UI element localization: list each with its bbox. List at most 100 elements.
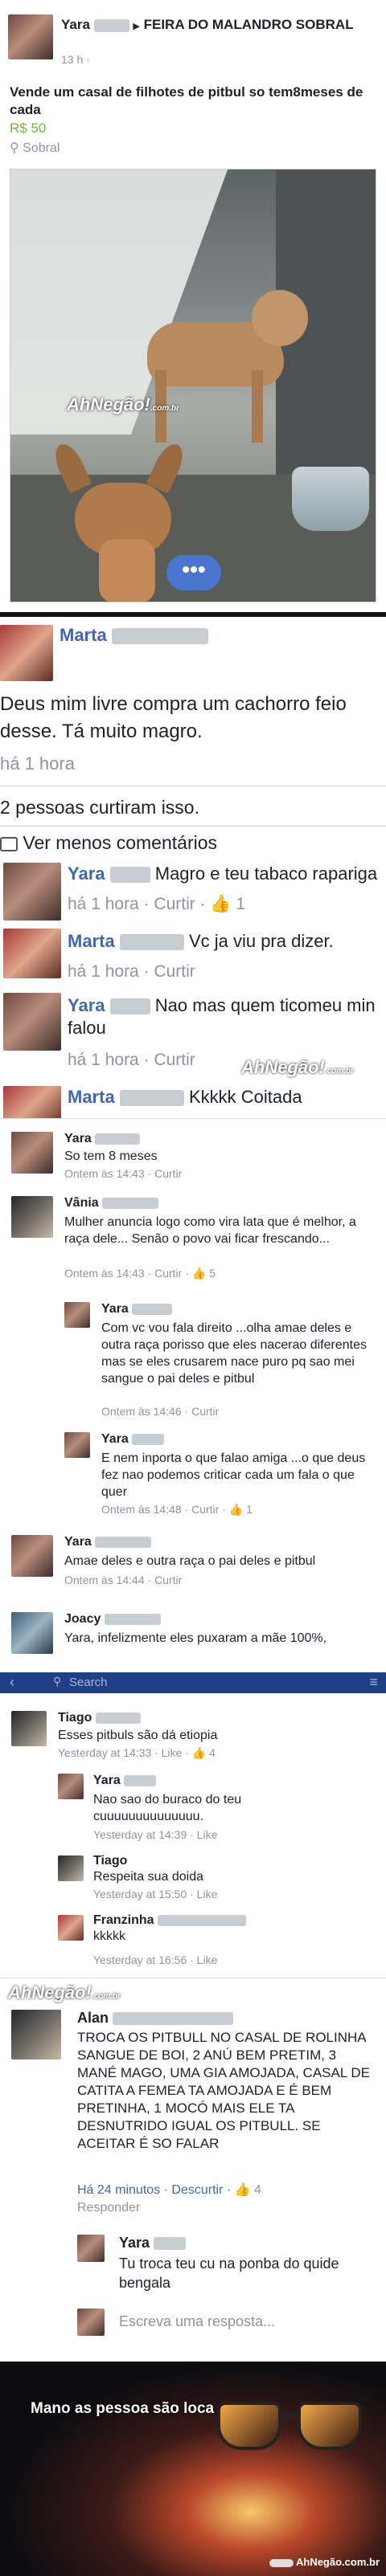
post-author-avatar[interactable]: [8, 14, 53, 59]
reply-author[interactable]: Marta: [68, 1087, 115, 1107]
reply-avatar[interactable]: [64, 1302, 90, 1328]
like-link[interactable]: Curtir: [154, 1574, 182, 1586]
comment-time[interactable]: há 1 hora: [0, 753, 75, 774]
reply-link[interactable]: Responder: [77, 2201, 140, 2215]
comment-text: Esses pitbuls são dá etiopia: [58, 1729, 218, 1742]
comment-author[interactable]: Alan: [77, 2010, 109, 2026]
comment-meta: Ontem às 14:44 · Curtir: [64, 1574, 183, 1586]
reply-avatar[interactable]: [3, 1086, 61, 1118]
comment-meta-text[interactable]: Yesterday at 14:33 · Like ·: [58, 1746, 189, 1759]
comment-author[interactable]: Marta: [60, 625, 107, 645]
reply-meta: Ontem às 14:46 · Curtir: [101, 1405, 220, 1418]
post-group-name[interactable]: FEIRA DO MALANDRO SOBRAL: [144, 17, 354, 32]
post-author-name[interactable]: Yara: [61, 17, 90, 32]
reply-author[interactable]: Marta: [68, 931, 115, 951]
reply-avatar[interactable]: [77, 2235, 105, 2262]
comment-author[interactable]: Yara: [64, 1535, 92, 1549]
reply-author[interactable]: Yara: [68, 995, 105, 1015]
reply-text: Nao sao do buraco do teu cuuuuuuuuuuuuuu…: [93, 1793, 242, 1823]
reply-text: Vc ja viu pra dizer.: [188, 931, 334, 951]
reply-author[interactable]: Yara: [119, 2235, 150, 2251]
comment-author[interactable]: Yara: [64, 1132, 92, 1145]
like-link[interactable]: Curtir: [191, 1503, 219, 1516]
post-time[interactable]: 13 h: [61, 53, 83, 66]
reply-meta-text[interactable]: há 1 hora · Curtir ·: [68, 895, 206, 913]
like-link[interactable]: Curtir: [154, 1167, 182, 1180]
comment-avatar[interactable]: [11, 1132, 53, 1174]
reply-author[interactable]: Yara: [68, 863, 105, 884]
reply-author[interactable]: Yara: [93, 1774, 121, 1787]
comment-time[interactable]: Ontem às 14:43: [64, 1267, 145, 1280]
ahnegao-watermark: AhNegão!.com.br: [8, 1982, 121, 2002]
like-link[interactable]: Curtir: [154, 1267, 182, 1280]
reply-meta[interactable]: há 1 hora · Curtir: [68, 1051, 195, 1070]
comment-time[interactable]: Ontem às 14:43: [64, 1167, 145, 1180]
reply-avatar[interactable]: [58, 1915, 84, 1941]
redacted-name: [119, 934, 184, 951]
redacted-name: [132, 1433, 165, 1445]
comment-name-row: Vânia: [64, 1196, 159, 1210]
reply-author[interactable]: Yara: [101, 1432, 129, 1446]
like-link[interactable]: Curtir: [191, 1405, 219, 1418]
reply-author[interactable]: Yara: [101, 1302, 129, 1316]
reply-compose-input[interactable]: Escreva uma resposta...: [119, 2313, 275, 2330]
comment-author[interactable]: Tiago: [58, 1711, 92, 1725]
comment-text: Yara, infelizmente eles puxaram a mãe 10…: [64, 1631, 327, 1645]
reply-avatar[interactable]: [3, 993, 61, 1051]
reply-body: Marta Kkkkk Coitada: [68, 1088, 309, 1107]
likes-line[interactable]: 2 pessoas curtiram isso.: [0, 797, 199, 819]
like-count: 1: [246, 1503, 253, 1516]
reply-avatar[interactable]: [64, 1432, 90, 1458]
redacted-name: [95, 1536, 152, 1548]
menu-icon[interactable]: ≡: [369, 1674, 378, 1691]
reply-avatar[interactable]: [3, 929, 61, 978]
reply-author[interactable]: Tiago: [93, 1854, 127, 1868]
comment-avatar[interactable]: [11, 1711, 47, 1746]
reply-meta[interactable]: Yesterday at 14:39 · Like: [93, 1828, 217, 1841]
search-input[interactable]: Search: [69, 1676, 108, 1689]
reply-time[interactable]: Ontem às 14:48: [101, 1503, 182, 1516]
reply-avatar[interactable]: [3, 863, 61, 921]
reply-author[interactable]: Franzinha: [93, 1913, 154, 1927]
comment-author[interactable]: Joacy: [64, 1612, 101, 1626]
post-photo[interactable]: AhNegão!.com.br •••: [10, 169, 376, 602]
more-photos-button[interactable]: •••: [166, 555, 221, 590]
reply-text: kkkkk: [93, 1929, 125, 1943]
comment-text: So tem 8 meses: [64, 1149, 158, 1163]
reply-avatar[interactable]: [58, 1855, 84, 1881]
comment-time[interactable]: Ontem às 14:44: [64, 1574, 145, 1586]
reply-meta[interactable]: há 1 hora · Curtir: [68, 962, 195, 982]
meme-footer: Mano as pessoa são loca AhNegão.com.br: [0, 2362, 386, 2576]
footer-site: AhNegão.com.br: [269, 2556, 380, 2568]
reply-meta[interactable]: Yesterday at 16:56 · Like: [93, 1953, 217, 1966]
comment-avatar[interactable]: [11, 1612, 53, 1654]
comment-meta: Ontem às 14:43 · Curtir · 👍 5: [64, 1267, 216, 1280]
post-section: Yara ▶ FEIRA DO MALANDRO SOBRAL 13 h · V…: [0, 0, 386, 612]
comment-avatar[interactable]: [11, 1535, 53, 1577]
redacted-name: [109, 867, 150, 884]
my-avatar: [77, 2309, 105, 2336]
marta-avatar[interactable]: [0, 625, 53, 681]
reply-meta[interactable]: Yesterday at 15:50 · Like: [93, 1888, 217, 1900]
redacted-name: [109, 998, 150, 1015]
reply-body: Marta Vc ja viu pra dizer.: [68, 930, 383, 953]
comment-name-row: Joacy: [64, 1612, 161, 1627]
footer-site-name: AhNegão.com.br: [295, 2556, 380, 2568]
post-text: Vende um casal de filhotes de pitbul so …: [10, 84, 363, 117]
redacted-name: [102, 1197, 159, 1209]
comment-author[interactable]: Vânia: [64, 1196, 99, 1210]
reply-avatar[interactable]: [58, 1774, 84, 1799]
reply-text: Com vc vou fala direito ...olha amae del…: [101, 1321, 367, 1386]
thumbs-up-icon: 👍: [191, 1267, 207, 1280]
see-less-row[interactable]: Ver menos comentários: [0, 832, 217, 854]
comment-text: TROCA OS PITBULL NO CASAL DE ROLINHA SAN…: [77, 2030, 371, 2151]
reply-time[interactable]: Ontem às 14:46: [101, 1405, 182, 1418]
see-less-comments[interactable]: Ver menos comentários: [23, 832, 217, 853]
reply-text: Kkkkk Coitada: [188, 1087, 302, 1107]
redacted-name: [119, 1090, 184, 1107]
reply-like-count: 1: [236, 895, 246, 913]
comment-avatar[interactable]: [11, 1196, 53, 1238]
back-arrow-icon[interactable]: ‹: [10, 1674, 14, 1691]
comment-meta-text[interactable]: Há 24 minutos · Descurtir ·: [77, 2183, 231, 2197]
comment-avatar[interactable]: [11, 2010, 61, 2060]
